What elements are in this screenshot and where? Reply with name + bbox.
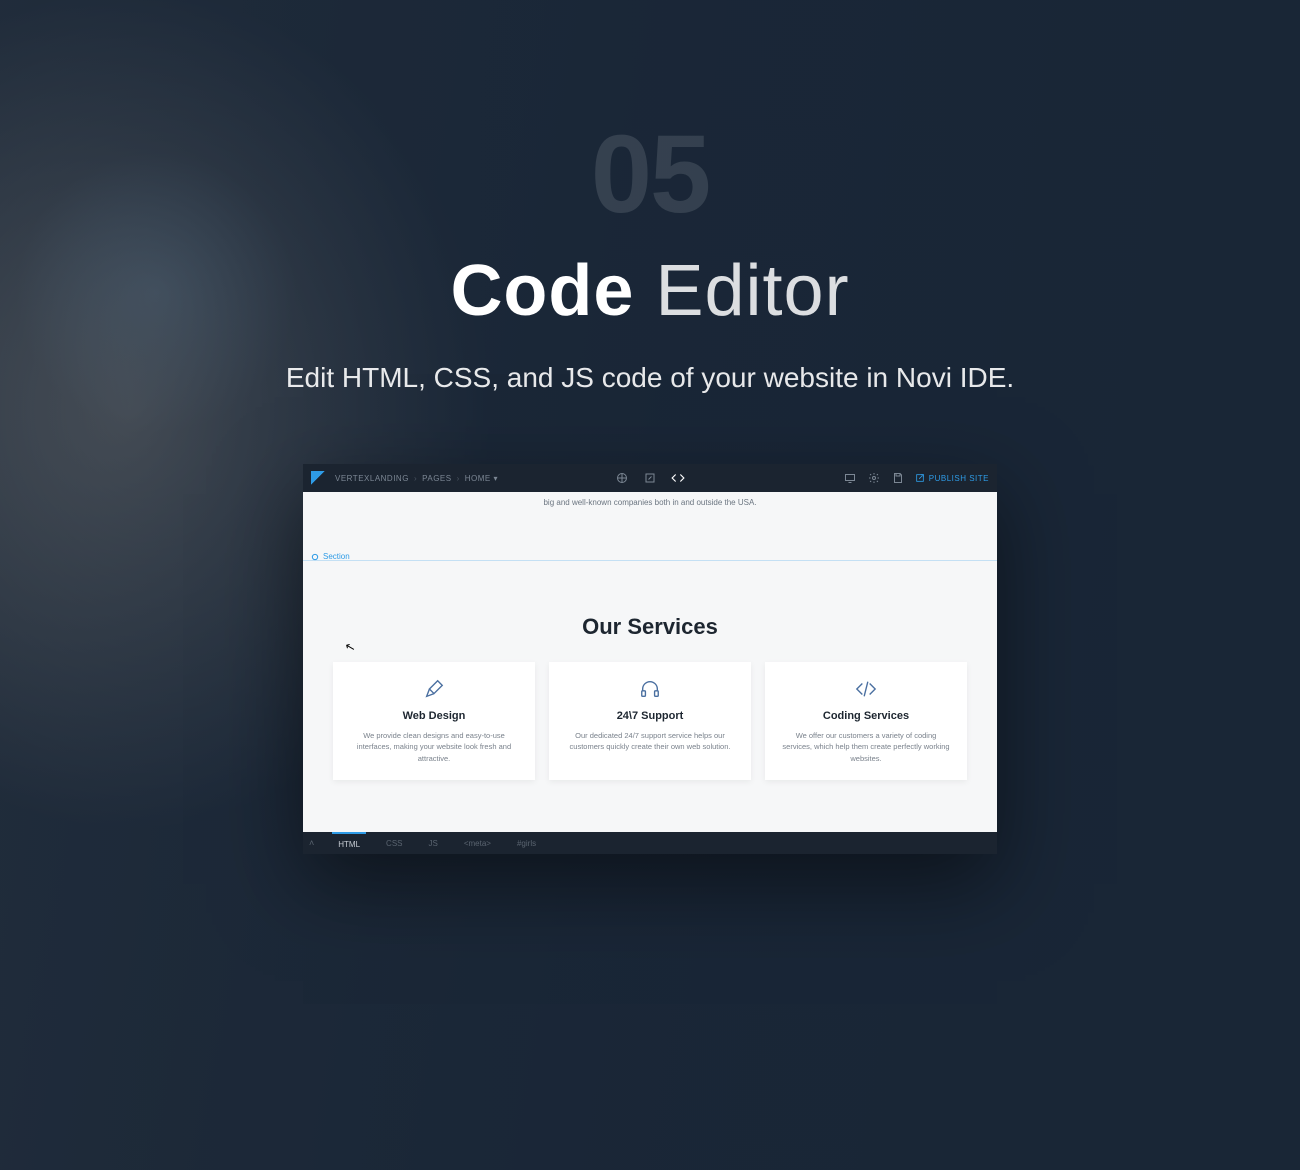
section-title: Code Editor: [75, 250, 1226, 332]
publish-label: PUBLISH SITE: [929, 474, 989, 483]
preview-mode-icon[interactable]: [615, 471, 629, 485]
canvas-paragraph-fragment: big and well-known companies both in and…: [303, 498, 997, 507]
services-heading: Our Services: [303, 614, 997, 640]
tab-js[interactable]: JS: [423, 832, 444, 854]
settings-gear-icon[interactable]: [867, 471, 881, 485]
tab-selector[interactable]: #girls: [511, 832, 542, 854]
top-mode-switcher: [615, 471, 685, 485]
section-number: 05: [75, 120, 1226, 230]
section-outline: [303, 560, 997, 561]
card-body: Our dedicated 24/7 support service helps…: [559, 730, 741, 753]
ide-window: VERTEXLANDING › PAGES › HOME ▾: [303, 464, 997, 854]
breadcrumb-root[interactable]: VERTEXLANDING: [335, 474, 409, 483]
breadcrumb-separator: ›: [457, 474, 460, 483]
title-light-part: Editor: [655, 251, 849, 331]
top-right-tools: PUBLISH SITE: [843, 471, 989, 485]
brush-icon: [343, 676, 525, 702]
breadcrumb-leaf[interactable]: HOME ▾: [465, 474, 498, 483]
ide-bottom-bar: ˄ HTML CSS JS <meta> #girls: [303, 832, 997, 854]
headphones-icon: [559, 676, 741, 702]
code-brackets-icon: [775, 676, 957, 702]
card-title: 24\7 Support: [559, 710, 741, 722]
chevron-up-icon[interactable]: ˄: [309, 838, 314, 848]
service-card-web-design[interactable]: Web Design We provide clean designs and …: [333, 662, 535, 780]
novi-logo-icon: [311, 471, 325, 485]
tab-html[interactable]: HTML: [332, 832, 366, 854]
service-card-coding[interactable]: Coding Services We offer our customers a…: [765, 662, 967, 780]
card-body: We provide clean designs and easy-to-use…: [343, 730, 525, 764]
edit-mode-icon[interactable]: [643, 471, 657, 485]
tab-meta[interactable]: <meta>: [458, 832, 497, 854]
card-title: Web Design: [343, 710, 525, 722]
desktop-view-icon[interactable]: [843, 471, 857, 485]
code-mode-icon[interactable]: [671, 471, 685, 485]
section-tag[interactable]: Section: [311, 552, 350, 561]
service-cards-row: Web Design We provide clean designs and …: [333, 662, 967, 780]
section-subtitle: Edit HTML, CSS, and JS code of your webs…: [75, 362, 1226, 394]
card-body: We offer our customers a variety of codi…: [775, 730, 957, 764]
ide-top-bar: VERTEXLANDING › PAGES › HOME ▾: [303, 464, 997, 492]
breadcrumb-pages[interactable]: PAGES: [422, 474, 451, 483]
section-tag-label: Section: [323, 552, 350, 561]
card-title: Coding Services: [775, 710, 957, 722]
hero-section: 05 Code Editor Edit HTML, CSS, and JS co…: [75, 0, 1226, 854]
publish-site-button[interactable]: PUBLISH SITE: [915, 473, 989, 483]
service-card-support[interactable]: 24\7 Support Our dedicated 24/7 support …: [549, 662, 751, 780]
title-bold-part: Code: [450, 251, 634, 331]
breadcrumb-separator: ›: [414, 474, 417, 483]
cursor-icon: ↖: [343, 639, 356, 655]
ide-canvas[interactable]: big and well-known companies both in and…: [303, 492, 997, 832]
save-icon[interactable]: [891, 471, 905, 485]
tab-css[interactable]: CSS: [380, 832, 408, 854]
